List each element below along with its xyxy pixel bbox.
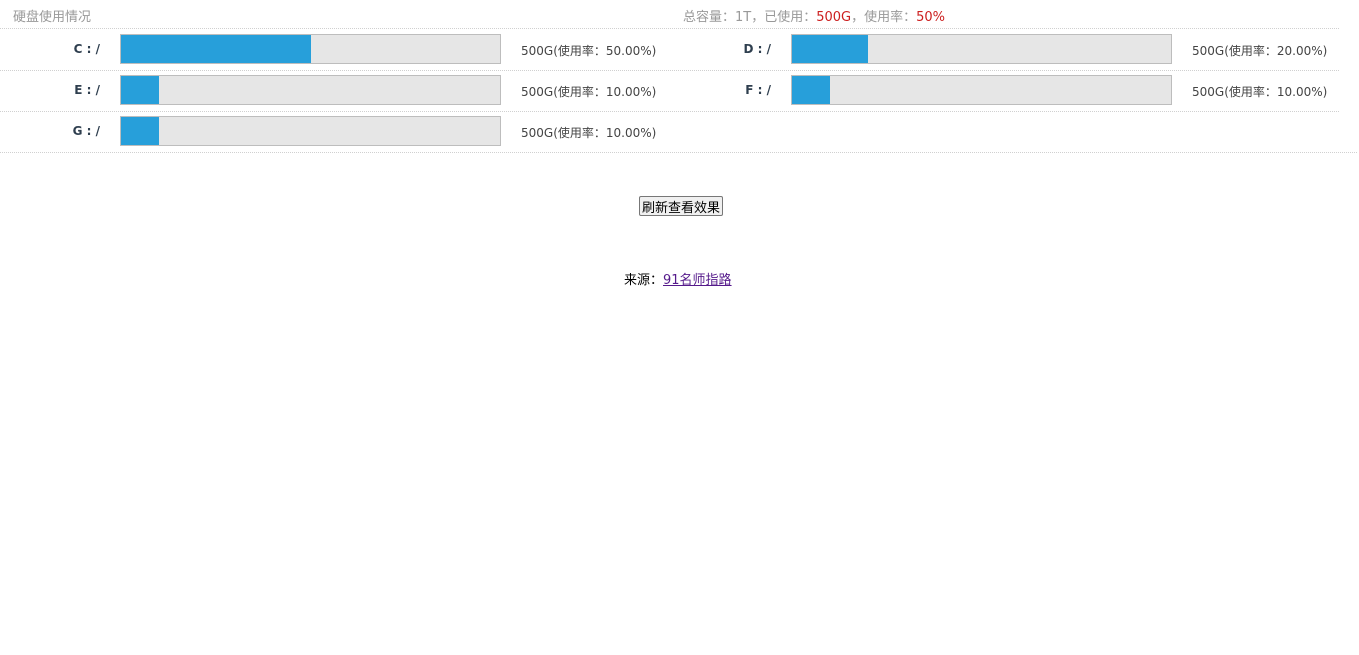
disk-usage-info: 500G(使用率：10.00%) <box>521 85 657 99</box>
disk-usage-info: 500G(使用率：10.00%) <box>1192 85 1328 99</box>
disk-label: G : / <box>72 124 100 138</box>
disk-usage-info: 500G(使用率：10.00%) <box>521 126 657 140</box>
summary-prefix: 总容量：1T，已使用： <box>683 10 817 25</box>
summary-mid: ，使用率： <box>851 10 917 25</box>
disk-usage-bar <box>791 34 1172 64</box>
source-credit: 来源：91名师指路 <box>624 269 732 288</box>
disk-usage-header: 硬盘使用情况 总容量：1T，已使用：500G，使用率：50% <box>0 0 1339 29</box>
disk-usage-page: 硬盘使用情况 总容量：1T，已使用：500G，使用率：50% C : / 500… <box>0 0 1359 655</box>
capacity-summary: 总容量：1T，已使用：500G，使用率：50% <box>683 6 945 25</box>
usage-rate: 50% <box>916 10 946 25</box>
disk-label: D : / <box>743 42 772 56</box>
source-link[interactable]: 91名师指路 <box>663 273 732 288</box>
disk-usage-fill <box>121 76 159 104</box>
disk-usage-bar <box>120 34 501 64</box>
disk-row: E : / 500G(使用率：10.00%) F : / 500G(使用率：10… <box>0 71 1339 112</box>
disk-usage-bar <box>120 75 501 105</box>
disk-usage-bar <box>120 116 501 146</box>
disk-usage-bar <box>791 75 1172 105</box>
disk-usage-info: 500G(使用率：20.00%) <box>1192 44 1328 58</box>
disk-usage-fill <box>792 35 868 63</box>
disk-usage-fill <box>792 76 830 104</box>
disk-row: C : / 500G(使用率：50.00%) D : / 500G(使用率：20… <box>0 30 1339 71</box>
disk-label: C : / <box>73 42 100 56</box>
source-prefix: 来源： <box>624 273 664 288</box>
disk-usage-info: 500G(使用率：50.00%) <box>521 44 657 58</box>
used-amount: 500G <box>816 10 852 25</box>
disk-usage-fill <box>121 35 311 63</box>
disk-usage-fill <box>121 117 159 145</box>
disk-row: G : / 500G(使用率：10.00%) <box>0 112 1357 153</box>
refresh-button[interactable]: 刷新查看效果 <box>639 196 724 216</box>
page-title: 硬盘使用情况 <box>13 10 92 25</box>
disk-label: F : / <box>745 83 771 97</box>
disk-label: E : / <box>74 83 100 97</box>
